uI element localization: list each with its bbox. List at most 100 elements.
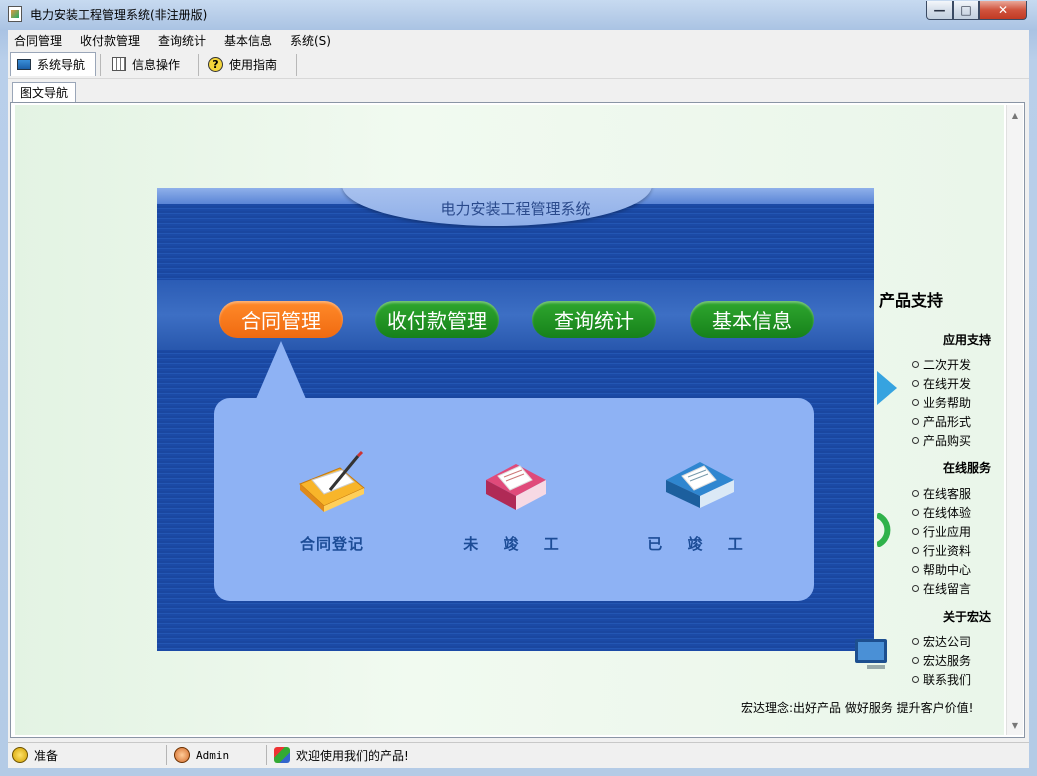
link-product-form[interactable]: 产品形式 bbox=[912, 413, 971, 430]
link-online-trial[interactable]: 在线体验 bbox=[912, 504, 971, 521]
user-icon bbox=[174, 747, 190, 763]
bullet-icon bbox=[912, 657, 919, 664]
status-bar: 准备 Admin 欢迎使用我们的产品! bbox=[8, 742, 1029, 767]
main-banner: 电力安装工程管理系统 合同管理 收付款管理 查询统计 基本信息 合同登记 未 竣… bbox=[157, 188, 874, 651]
side-item-label: 帮助中心 bbox=[923, 563, 972, 577]
menu-system[interactable]: 系统(S) bbox=[290, 32, 331, 49]
feature-finished[interactable]: 已 竣 工 bbox=[635, 450, 765, 554]
bullet-icon bbox=[912, 380, 919, 387]
bullet-icon bbox=[912, 638, 919, 645]
document-tabs: 图文导航 bbox=[8, 80, 1029, 102]
scroll-up-icon[interactable]: ▲ bbox=[1007, 107, 1023, 123]
side-item-label: 行业资料 bbox=[923, 544, 972, 558]
monitor-icon bbox=[17, 59, 31, 70]
bullet-icon bbox=[912, 437, 919, 444]
side-item-label: 宏达服务 bbox=[923, 654, 972, 668]
side-item-label: 行业应用 bbox=[923, 525, 972, 539]
bullet-icon bbox=[912, 399, 919, 406]
toolbar-divider bbox=[198, 54, 199, 76]
tab-label: 系统导航 bbox=[37, 58, 86, 72]
app-icon bbox=[8, 6, 22, 22]
tab-user-guide[interactable]: ? 使用指南 bbox=[202, 52, 294, 76]
menu-basic-info[interactable]: 基本信息 bbox=[224, 32, 272, 49]
side-item-label: 在线体验 bbox=[923, 506, 972, 520]
toolbar-divider bbox=[296, 54, 297, 76]
status-divider bbox=[266, 745, 267, 765]
side-heading-app-support: 应用支持 bbox=[943, 333, 992, 347]
bullet-icon bbox=[912, 509, 919, 516]
status-welcome-text: 欢迎使用我们的产品! bbox=[296, 748, 409, 763]
side-heading-online-service: 在线服务 bbox=[943, 461, 992, 475]
minimize-button[interactable]: — bbox=[926, 1, 953, 20]
scroll-down-icon[interactable]: ▼ bbox=[1007, 717, 1023, 733]
link-business-help[interactable]: 业务帮助 bbox=[912, 394, 971, 411]
callout-pointer bbox=[256, 341, 306, 399]
nav-query-button[interactable]: 查询统计 bbox=[532, 301, 656, 338]
tab-system-nav[interactable]: 系统导航 bbox=[10, 52, 96, 76]
link-contact[interactable]: 联系我们 bbox=[912, 671, 971, 688]
link-leave-message[interactable]: 在线留言 bbox=[912, 580, 971, 597]
navigation-canvas: 电力安装工程管理系统 合同管理 收付款管理 查询统计 基本信息 合同登记 未 竣… bbox=[15, 105, 1004, 735]
side-item-label: 宏达公司 bbox=[923, 635, 972, 649]
content-panel: 电力安装工程管理系统 合同管理 收付款管理 查询统计 基本信息 合同登记 未 竣… bbox=[10, 102, 1025, 738]
nav-contract-button[interactable]: 合同管理 bbox=[219, 301, 343, 338]
link-online-dev[interactable]: 在线开发 bbox=[912, 375, 971, 392]
side-item-label: 二次开发 bbox=[923, 358, 972, 372]
bullet-icon bbox=[912, 547, 919, 554]
submenu-callout: 合同登记 未 竣 工 已 竣 工 bbox=[214, 398, 814, 601]
side-item-label: 在线开发 bbox=[923, 377, 972, 391]
menu-query[interactable]: 查询统计 bbox=[158, 32, 206, 49]
nav-basic-info-button[interactable]: 基本信息 bbox=[690, 301, 814, 338]
feature-contract-register[interactable]: 合同登记 bbox=[267, 450, 397, 554]
help-icon: ? bbox=[208, 56, 223, 72]
title-bar[interactable]: 电力安装工程管理系统(非注册版) — □ ✕ bbox=[0, 0, 1037, 28]
tab-label: 信息操作 bbox=[132, 57, 181, 72]
banner-title: 电力安装工程管理系统 bbox=[440, 200, 591, 218]
link-company[interactable]: 宏达公司 bbox=[912, 633, 971, 650]
link-industry-apps[interactable]: 行业应用 bbox=[912, 523, 971, 540]
maximize-button[interactable]: □ bbox=[953, 1, 979, 20]
side-item-label: 联系我们 bbox=[923, 673, 972, 687]
feature-label: 未 竣 工 bbox=[463, 535, 569, 553]
arrow-deco-icon bbox=[877, 371, 897, 405]
client-area: 合同管理 收付款管理 查询统计 基本信息 系统(S) 系统导航 信息操作 ? 使… bbox=[8, 30, 1029, 768]
tab-label: 使用指南 bbox=[229, 57, 278, 72]
bullet-icon bbox=[912, 418, 919, 425]
side-panel-title: 产品支持 bbox=[879, 291, 944, 310]
feature-label: 合同登记 bbox=[299, 535, 364, 553]
tab-info-ops[interactable]: 信息操作 bbox=[106, 52, 192, 76]
bullet-icon bbox=[912, 585, 919, 592]
status-user: Admin bbox=[174, 746, 229, 764]
side-item-label: 业务帮助 bbox=[923, 396, 972, 410]
nav-payments-button[interactable]: 收付款管理 bbox=[375, 301, 499, 338]
link-services[interactable]: 宏达服务 bbox=[912, 652, 971, 669]
link-help-center[interactable]: 帮助中心 bbox=[912, 561, 971, 578]
link-product-purchase[interactable]: 产品购买 bbox=[912, 432, 971, 449]
bullet-icon bbox=[912, 566, 919, 573]
bullet-icon bbox=[912, 361, 919, 368]
toolbar-divider bbox=[100, 54, 101, 76]
link-industry-docs[interactable]: 行业资料 bbox=[912, 542, 971, 559]
bullet-icon bbox=[912, 676, 919, 683]
status-state: 准备 bbox=[12, 746, 58, 764]
feature-label: 已 竣 工 bbox=[647, 535, 753, 553]
menu-payments[interactable]: 收付款管理 bbox=[80, 32, 140, 49]
feature-unfinished[interactable]: 未 竣 工 bbox=[451, 450, 581, 554]
menu-contract[interactable]: 合同管理 bbox=[14, 32, 62, 49]
tab-graphic-nav[interactable]: 图文导航 bbox=[12, 82, 77, 102]
people-icon bbox=[274, 747, 290, 763]
status-user-text: Admin bbox=[196, 748, 230, 762]
side-item-label: 在线客服 bbox=[923, 487, 972, 501]
vertical-scrollbar[interactable]: ▲ ▼ bbox=[1006, 105, 1023, 735]
link-online-cs[interactable]: 在线客服 bbox=[912, 485, 971, 502]
monitor-deco-icon bbox=[855, 639, 887, 669]
unfinished-book-icon bbox=[486, 464, 546, 510]
menu-bar: 合同管理 收付款管理 查询统计 基本信息 系统(S) bbox=[8, 30, 1029, 50]
side-item-label: 产品形式 bbox=[923, 415, 972, 429]
company-motto: 宏达理念:出好产品 做好服务 提升客户价值! bbox=[741, 701, 974, 715]
status-state-text: 准备 bbox=[34, 748, 59, 763]
close-button[interactable]: ✕ bbox=[979, 1, 1027, 20]
status-welcome: 欢迎使用我们的产品! bbox=[274, 746, 409, 764]
toolbar: 系统导航 信息操作 ? 使用指南 bbox=[8, 50, 1029, 79]
link-secondary-dev[interactable]: 二次开发 bbox=[912, 356, 971, 373]
